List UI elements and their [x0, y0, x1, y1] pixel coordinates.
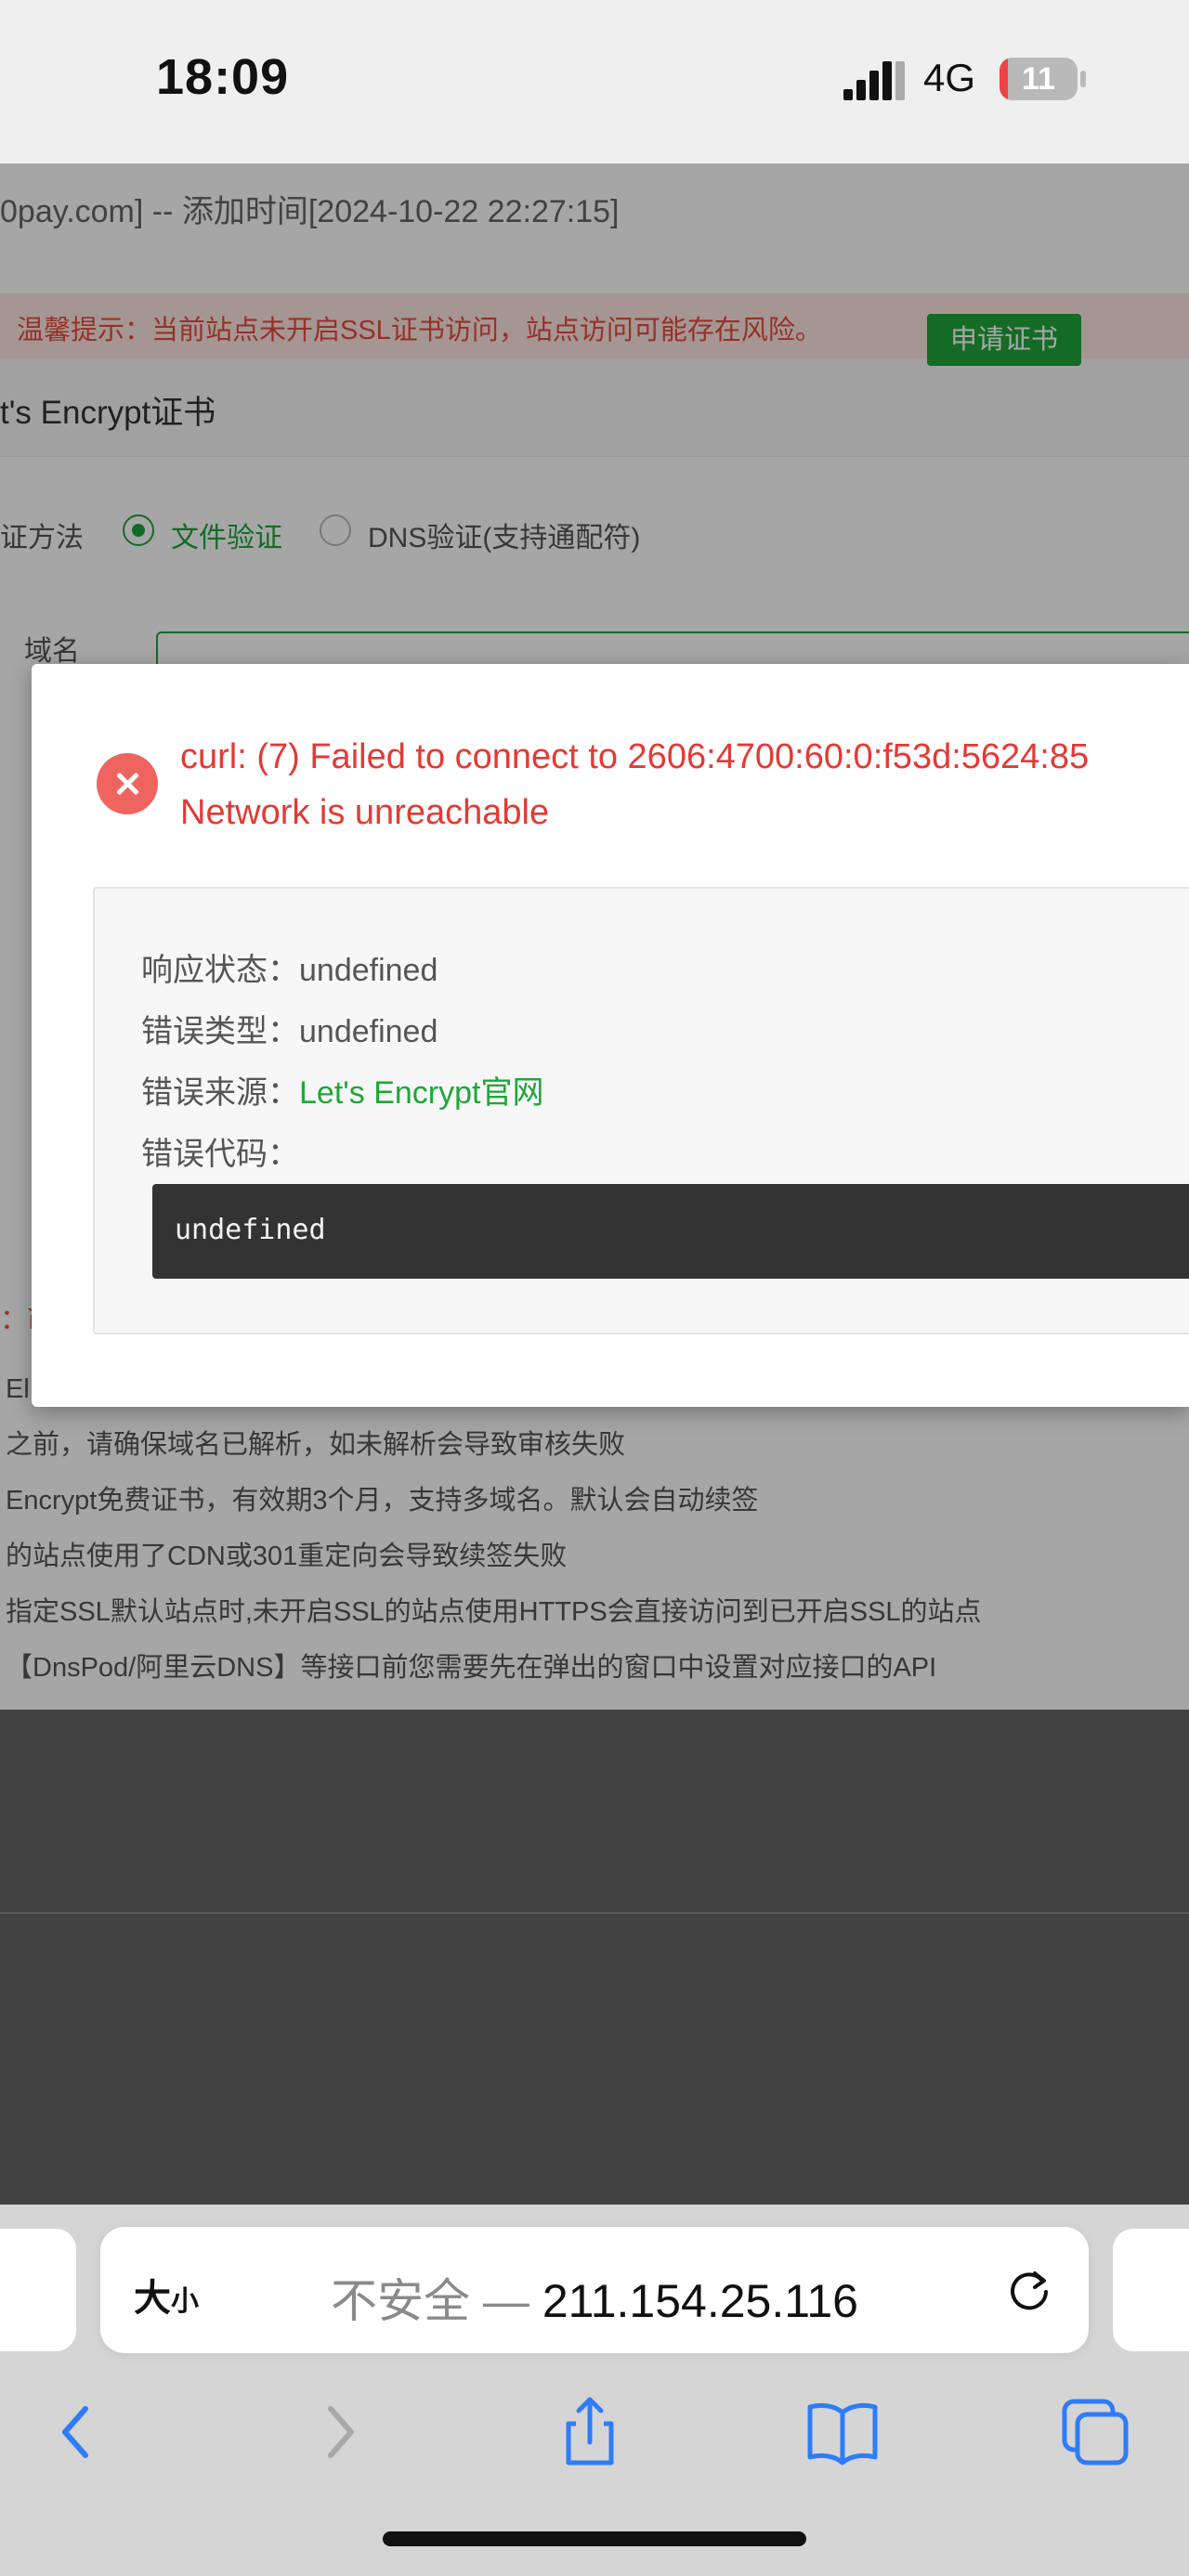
back-icon[interactable]: [37, 2390, 121, 2474]
response-status-value: undefined: [299, 953, 438, 988]
error-type-value: undefined: [299, 1014, 438, 1049]
error-source-row: 错误来源：Let's Encrypt官网: [141, 1067, 543, 1112]
bookmarks-icon[interactable]: [801, 2390, 884, 2474]
address-text[interactable]: 不安全 — 211.154.25.116: [100, 2264, 1089, 2331]
browser-toolbar: 大小 不安全 — 211.154.25.116: [0, 2205, 1189, 2576]
response-status-row: 响应状态：undefined: [141, 944, 438, 990]
overlay-divider: [0, 1912, 1189, 1914]
error-message-line2: Network is unreachable: [180, 793, 550, 832]
error-dialog: curl: (7) Failed to connect to 2606:4700…: [32, 664, 1189, 1407]
status-time: 18:09: [156, 49, 290, 105]
previous-tab-preview[interactable]: [0, 2229, 76, 2351]
battery-icon: 11: [1000, 58, 1078, 100]
error-source-label: 错误来源：: [141, 1075, 299, 1111]
error-code-row: 错误代码：: [141, 1128, 299, 1174]
error-type-label: 错误类型：: [141, 1014, 299, 1049]
reload-icon[interactable]: [1001, 2262, 1057, 2318]
error-code-value: undefined: [175, 1214, 326, 1246]
battery-level: 11: [1022, 61, 1055, 97]
overlay-lower-area: [0, 1710, 1189, 2205]
error-type-row: 错误类型：undefined: [141, 1006, 438, 1051]
error-message: curl: (7) Failed to connect to 2606:4700…: [180, 729, 1189, 840]
status-bar: 18:09 4G 11: [0, 0, 1189, 163]
address-bar[interactable]: 大小 不安全 — 211.154.25.116: [100, 2227, 1089, 2353]
insecure-label: 不安全 —: [331, 2275, 542, 2327]
battery-tip: [1080, 71, 1086, 87]
share-icon[interactable]: [548, 2390, 632, 2474]
home-indicator[interactable]: [383, 2531, 806, 2546]
network-type: 4G: [923, 56, 976, 99]
error-source-link[interactable]: Let's Encrypt官网: [299, 1075, 543, 1111]
tabs-icon[interactable]: [1053, 2390, 1137, 2474]
nav-icons: [0, 2390, 1189, 2492]
url-text: 211.154.25.116: [542, 2275, 858, 2327]
error-close-icon: [97, 753, 158, 814]
error-code-block: undefined: [152, 1184, 1189, 1279]
response-status-label: 响应状态：: [141, 953, 299, 988]
forward-icon[interactable]: [295, 2390, 379, 2474]
error-code-label: 错误代码：: [141, 1137, 299, 1172]
error-detail-box: 响应状态：undefined 错误类型：undefined 错误来源：Let's…: [93, 887, 1189, 1334]
cellular-signal-icon: [843, 61, 905, 100]
error-message-line1: curl: (7) Failed to connect to 2606:4700…: [180, 737, 1090, 776]
next-tab-preview[interactable]: [1113, 2229, 1189, 2351]
